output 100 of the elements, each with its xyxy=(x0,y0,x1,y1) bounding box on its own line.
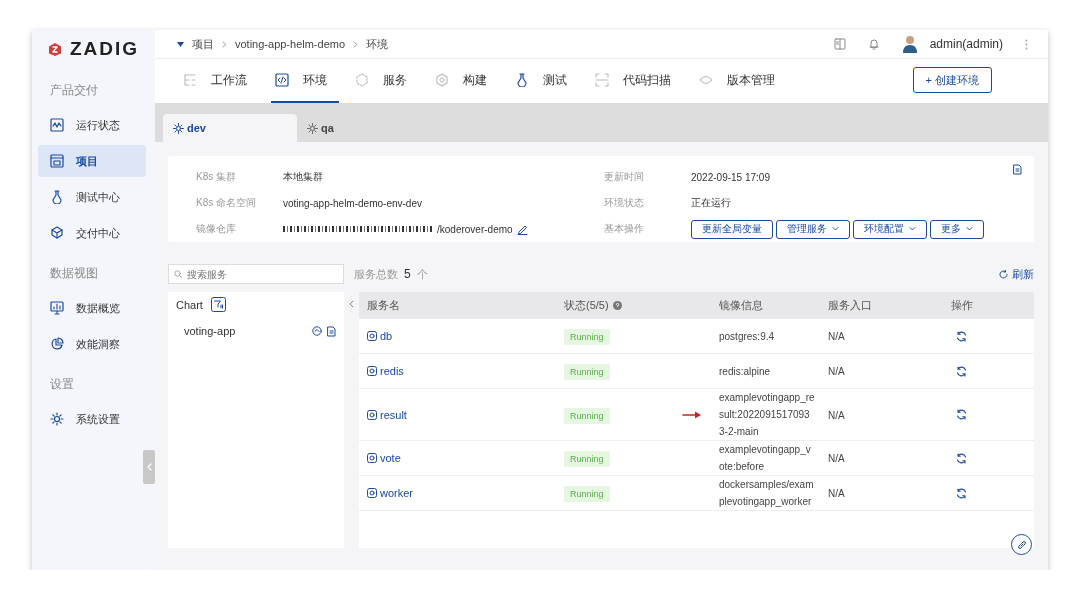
refresh-icon[interactable] xyxy=(956,487,967,499)
breadcrumb-item[interactable]: 项目 xyxy=(192,36,214,52)
action-button[interactable]: 管理服务 xyxy=(776,219,850,239)
table-cell: N/A xyxy=(828,366,845,377)
nav-tab[interactable]: 服务 xyxy=(351,59,419,103)
field-label: 镜像仓库 xyxy=(196,222,237,236)
settings-icon xyxy=(50,412,64,426)
service-icon xyxy=(367,366,377,376)
field-value: 正在运行 xyxy=(691,196,731,210)
status-tag: Running xyxy=(564,329,610,345)
service-link[interactable]: worker xyxy=(367,487,559,499)
caret-down-icon[interactable] xyxy=(177,41,184,47)
gear-icon xyxy=(307,122,318,134)
refresh-icon[interactable] xyxy=(956,409,967,420)
column-header: 镜像信息 xyxy=(719,298,764,313)
sidebar-item[interactable]: 效能洞察 xyxy=(38,328,146,360)
service-icon xyxy=(367,331,377,341)
section-title: 数据视图 xyxy=(49,265,99,282)
edit-icon[interactable] xyxy=(516,223,528,235)
env-tab[interactable]: qa xyxy=(297,114,431,142)
sidebar-item[interactable]: 系统设置 xyxy=(38,403,146,435)
sidebar-item[interactable]: 交付中心 xyxy=(38,217,146,249)
refresh-link[interactable]: 刷新 xyxy=(999,266,1034,282)
flow-icon xyxy=(183,73,197,87)
sidebar-item[interactable]: 项目 xyxy=(38,145,146,177)
user-name[interactable]: admin(admin) xyxy=(929,37,1003,51)
hexagon-icon xyxy=(435,73,449,87)
field-value: 本地集群 xyxy=(283,170,323,184)
field-label: K8s 集群 xyxy=(196,170,237,184)
table-cell: N/A xyxy=(828,409,845,421)
action-button[interactable]: 更新全局变量 xyxy=(691,219,773,239)
service-link[interactable]: result xyxy=(367,408,559,421)
field-value: /koderover-demo xyxy=(437,223,513,235)
sidebar-item[interactable]: 数据概览 xyxy=(38,292,146,324)
field-label: 基本操作 xyxy=(604,222,645,236)
section-title: 设置 xyxy=(49,376,75,393)
link-icon xyxy=(1016,539,1027,550)
bell-icon[interactable] xyxy=(867,38,880,50)
env-tab[interactable]: dev xyxy=(163,114,297,142)
table-cell: N/A xyxy=(828,453,845,464)
sidebar-item[interactable]: 测试中心 xyxy=(38,181,146,213)
sidebar-item[interactable]: 运行状态 xyxy=(38,109,146,141)
chevron-left-icon xyxy=(146,463,152,471)
section-title: 产品交付 xyxy=(49,82,99,99)
table-cell-text: dockersamples/examplevotingapp_worker xyxy=(719,478,815,509)
column-header: 服务入口 xyxy=(828,298,873,313)
panel-title: Chart xyxy=(176,298,203,311)
avatar-icon xyxy=(901,35,918,53)
field-label: 更新时间 xyxy=(604,170,645,184)
help-icon xyxy=(612,301,622,310)
upgrade-icon[interactable] xyxy=(312,326,322,336)
nav-tab[interactable]: 测试 xyxy=(511,59,579,103)
chevron-left-icon[interactable] xyxy=(349,300,354,308)
service-link[interactable]: vote xyxy=(367,452,559,464)
search-field[interactable]: 搜索服务 xyxy=(168,264,344,284)
column-header: 服务名 xyxy=(367,298,401,313)
field-label: K8s 命名空间 xyxy=(196,196,257,210)
service-icon xyxy=(367,453,377,463)
action-button[interactable]: 更多 xyxy=(930,219,984,239)
nav-tab[interactable]: 版本管理 xyxy=(695,59,787,103)
chevron-right-icon xyxy=(353,40,359,48)
action-button[interactable]: 环境配置 xyxy=(853,219,927,239)
create-button[interactable]: + 创建环境 xyxy=(912,67,992,93)
refresh-icon[interactable] xyxy=(956,330,967,342)
chart-name[interactable]: voting-app xyxy=(184,325,307,337)
nav-tab[interactable]: 代码扫描 xyxy=(591,59,683,103)
package-icon xyxy=(50,226,64,240)
eye-icon xyxy=(699,73,713,87)
service-icon xyxy=(367,409,377,420)
refresh-icon xyxy=(999,269,1008,279)
status-tag: Running xyxy=(564,451,610,467)
field-value: voting-app-helm-demo-env-dev xyxy=(283,197,422,209)
document-icon[interactable] xyxy=(1013,164,1022,175)
nav-tab[interactable]: 构建 xyxy=(431,59,499,103)
service-link[interactable]: redis xyxy=(367,365,559,377)
search-icon xyxy=(174,270,182,278)
refresh-icon[interactable] xyxy=(956,365,967,377)
service-link[interactable]: db xyxy=(367,330,559,342)
document-icon[interactable] xyxy=(327,325,336,337)
breadcrumb-item[interactable]: 环境 xyxy=(366,36,389,52)
column-header: 状态(5/5) xyxy=(564,298,609,313)
monitor-icon xyxy=(50,301,64,315)
table-cell-text: postgres:9.4 xyxy=(719,329,776,344)
cube-icon xyxy=(355,73,369,87)
table-cell: N/A xyxy=(828,331,845,342)
pie-chart-icon xyxy=(50,337,64,351)
filter-icon[interactable] xyxy=(210,297,226,312)
collapse-handle[interactable] xyxy=(143,450,155,484)
table-cell: N/A xyxy=(828,488,845,499)
table-cell-text: redis:alpine xyxy=(719,364,772,379)
total-unit: 个 xyxy=(416,266,428,282)
flask-icon xyxy=(50,190,64,204)
status-tag: Running xyxy=(564,486,610,502)
scan-icon xyxy=(595,73,609,87)
nav-tab[interactable]: 工作流 xyxy=(179,59,259,103)
breadcrumb-item[interactable]: voting-app-helm-demo xyxy=(235,38,346,50)
status-tag: Running xyxy=(564,407,610,424)
flask-icon xyxy=(515,73,529,87)
window-icon xyxy=(50,154,64,168)
refresh-icon[interactable] xyxy=(956,452,967,464)
